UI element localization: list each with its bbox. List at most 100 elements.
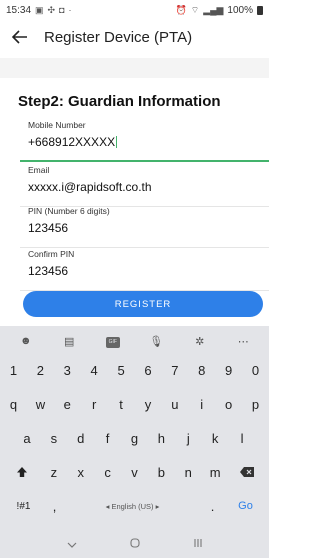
key-2[interactable]: 2 — [27, 354, 54, 386]
system-nav-bar — [0, 530, 269, 558]
status-left: 15:34 ▣ ✣ ◘ · — [6, 5, 72, 16]
key-t[interactable]: t — [108, 388, 135, 420]
key-n[interactable]: n — [175, 456, 202, 488]
nav-recents-icon[interactable] — [193, 537, 203, 551]
key-y[interactable]: y — [135, 388, 162, 420]
key-d[interactable]: d — [67, 422, 94, 454]
dot-notification-icon: · — [68, 5, 72, 15]
status-time: 15:34 — [6, 4, 32, 16]
field-label: Confirm PIN — [28, 249, 75, 259]
shift-key-icon[interactable] — [4, 456, 40, 488]
recents-svg — [193, 539, 202, 547]
key-1[interactable]: 1 — [0, 354, 27, 386]
text-cursor — [116, 136, 118, 148]
key-6[interactable]: 6 — [135, 354, 162, 386]
settings-icon[interactable]: ✲ — [185, 335, 215, 348]
gif-icon-wrapper[interactable]: GIF — [98, 334, 128, 348]
key-h[interactable]: h — [148, 422, 175, 454]
key-f[interactable]: f — [94, 422, 121, 454]
key-j[interactable]: j — [175, 422, 202, 454]
field-value: +668912XXXXX — [28, 135, 118, 149]
key-q[interactable]: q — [0, 388, 27, 420]
back-arrow-svg — [12, 30, 27, 44]
nav-back-chevron-icon[interactable] — [67, 537, 77, 551]
sync-notification-icon: ✣ — [47, 4, 56, 15]
alarm-icon: ⏰ — [175, 4, 187, 15]
field-value: xxxxx.i@rapidsoft.co.th — [28, 180, 152, 194]
sticker-icon[interactable]: ▤ — [54, 335, 84, 348]
key-9[interactable]: 9 — [215, 354, 242, 386]
key-k[interactable]: k — [202, 422, 229, 454]
pin-field[interactable]: PIN (Number 6 digits) 123456 — [20, 202, 269, 248]
status-right: ⏰ ⌔ ▂▄▆ 100% — [175, 4, 263, 16]
space-key[interactable]: ◂ English (US) ▸ — [68, 490, 198, 522]
email-field[interactable]: Email xxxxx.i@rapidsoft.co.th — [20, 161, 269, 207]
key-r[interactable]: r — [81, 388, 108, 420]
go-key[interactable]: Go — [228, 490, 264, 522]
comma-key[interactable]: , — [42, 490, 68, 522]
battery-icon — [257, 5, 263, 15]
key-m[interactable]: m — [202, 456, 229, 488]
key-c[interactable]: c — [94, 456, 121, 488]
mobile-number-field[interactable]: Mobile Number +668912XXXXX — [20, 116, 269, 162]
key-s[interactable]: s — [40, 422, 67, 454]
key-b[interactable]: b — [148, 456, 175, 488]
field-value: 123456 — [28, 264, 69, 278]
key-8[interactable]: 8 — [188, 354, 215, 386]
battery-percent: 100% — [227, 4, 253, 16]
message-notification-icon: ◘ — [59, 5, 65, 15]
home-circle-svg — [129, 538, 140, 548]
bottom-row: !#1 , ◂ English (US) ▸ . Go — [0, 490, 269, 522]
key-g[interactable]: g — [121, 422, 148, 454]
keyboard-toolbar: ☻ ▤ GIF 🎙 ✲ ⋯ — [0, 326, 269, 356]
keyboard: ☻ ▤ GIF 🎙 ✲ ⋯ 1 2 3 4 5 6 7 8 9 0 q w e … — [0, 326, 269, 558]
key-p[interactable]: p — [242, 388, 269, 420]
symbols-key[interactable]: !#1 — [6, 490, 42, 522]
confirm-pin-field[interactable]: Confirm PIN 123456 — [20, 245, 269, 291]
backspace-key-icon[interactable] — [229, 456, 265, 488]
key-z[interactable]: z — [40, 456, 67, 488]
key-i[interactable]: i — [188, 388, 215, 420]
period-key[interactable]: . — [198, 490, 228, 522]
mobile-number-value: +668912XXXXX — [28, 135, 116, 149]
key-u[interactable]: u — [161, 388, 188, 420]
letter-row-1: q w e r t y u i o p — [0, 388, 269, 420]
step-title: Step2: Guardian Information — [18, 93, 221, 110]
chevron-down-svg — [67, 542, 76, 548]
register-button[interactable]: REGISTER — [23, 291, 263, 317]
gallery-notification-icon: ▣ — [35, 4, 44, 15]
header-divider — [0, 58, 269, 78]
key-x[interactable]: x — [67, 456, 94, 488]
key-o[interactable]: o — [215, 388, 242, 420]
page-title: Register Device (PTA) — [44, 28, 193, 46]
key-3[interactable]: 3 — [54, 354, 81, 386]
emoji-icon[interactable]: ☻ — [11, 335, 41, 347]
key-7[interactable]: 7 — [161, 354, 188, 386]
field-label: PIN (Number 6 digits) — [28, 206, 110, 216]
key-5[interactable]: 5 — [108, 354, 135, 386]
key-l[interactable]: l — [229, 422, 256, 454]
field-label: Email — [28, 165, 50, 175]
app-bar: Register Device (PTA) — [0, 20, 269, 54]
more-icon[interactable]: ⋯ — [228, 335, 258, 348]
key-e[interactable]: e — [54, 388, 81, 420]
field-value: 123456 — [28, 221, 69, 235]
key-a[interactable]: a — [13, 422, 40, 454]
key-w[interactable]: w — [27, 388, 54, 420]
signal-icon: ▂▄▆ — [203, 4, 224, 15]
wifi-icon: ⌔ — [190, 4, 200, 15]
key-4[interactable]: 4 — [81, 354, 108, 386]
status-bar: 15:34 ▣ ✣ ◘ · ⏰ ⌔ ▂▄▆ 100% — [0, 0, 269, 20]
gif-icon: GIF — [105, 336, 120, 348]
nav-home-icon[interactable] — [129, 537, 140, 551]
shift-arrow-svg — [17, 467, 28, 477]
letter-row-3: z x c v b n m — [0, 456, 269, 488]
field-label: Mobile Number — [28, 120, 86, 130]
back-arrow-icon[interactable] — [0, 20, 40, 54]
backspace-svg — [239, 467, 254, 477]
microphone-icon[interactable]: 🎙 — [141, 335, 171, 348]
key-v[interactable]: v — [121, 456, 148, 488]
number-row: 1 2 3 4 5 6 7 8 9 0 — [0, 354, 269, 386]
key-0[interactable]: 0 — [242, 354, 269, 386]
letter-row-2: a s d f g h j k l — [0, 422, 269, 454]
